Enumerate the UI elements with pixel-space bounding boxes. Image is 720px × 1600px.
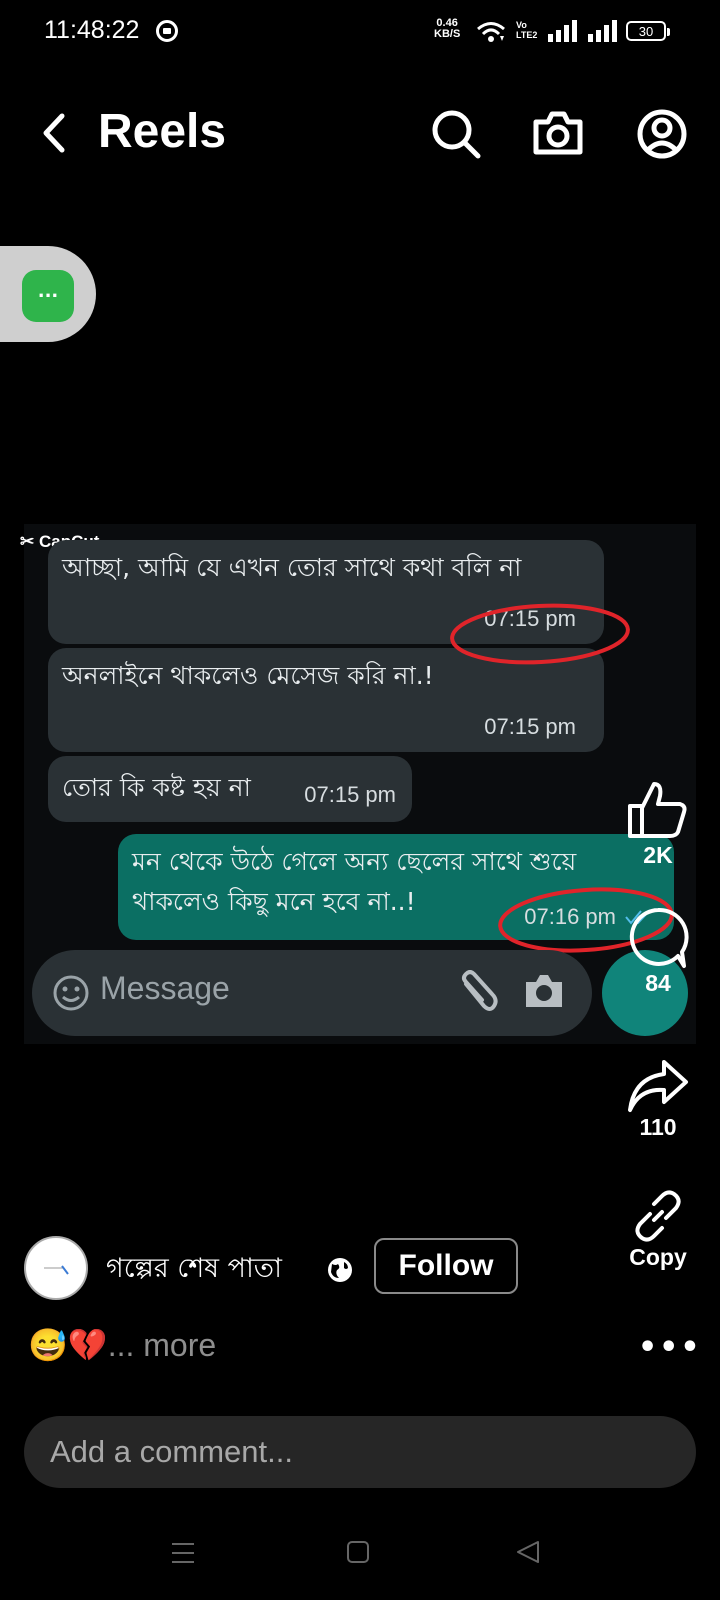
- signal-sim2-icon: [588, 20, 617, 42]
- globe-icon: [328, 1258, 352, 1282]
- like-button[interactable]: 2K: [608, 778, 708, 869]
- share-button[interactable]: 110: [608, 1058, 708, 1141]
- post-caption[interactable]: 😅💔... more: [28, 1326, 216, 1364]
- like-count: 2K: [643, 842, 673, 868]
- message-text: তোর কি কষ্ট হয় না: [62, 773, 251, 802]
- floating-chat-icon: ...: [22, 270, 74, 322]
- camera-icon[interactable]: [532, 108, 584, 158]
- message-text-line2: থাকলেও কিছু মনে হবে না..!: [132, 887, 416, 916]
- comment-count: 84: [645, 970, 671, 996]
- emoji-icon: [53, 975, 89, 1011]
- comment-input[interactable]: Add a comment...: [24, 1416, 696, 1488]
- share-count: 110: [639, 1114, 677, 1140]
- message-time: 07:15 pm: [304, 782, 396, 807]
- profile-icon[interactable]: [636, 108, 688, 160]
- chat-message: তোর কি কষ্ট হয় না 07:15 pm: [48, 756, 412, 822]
- screen-record-icon: [156, 20, 178, 42]
- back-nav-icon[interactable]: [516, 1540, 540, 1564]
- message-text: আচ্ছা, আমি যে এখন তোর সাথে কথা বলি না: [62, 553, 522, 582]
- comment-placeholder: Add a comment...: [50, 1434, 293, 1469]
- more-options-button[interactable]: •••: [638, 1330, 702, 1365]
- volte-indicator: Vo LTE2: [516, 20, 537, 40]
- camera-icon: [526, 975, 562, 1007]
- comment-bubble-icon: [629, 907, 689, 968]
- home-icon[interactable]: [346, 1540, 370, 1564]
- red-circle-highlight: [450, 603, 630, 665]
- copy-link-button[interactable]: Copy: [608, 1188, 708, 1271]
- message-placeholder: Message: [100, 970, 230, 1006]
- floating-chat-bubble[interactable]: ...: [0, 246, 96, 342]
- thumbs-up-icon: [628, 782, 687, 838]
- capcut-logo-icon: ✂: [20, 532, 35, 551]
- network-speed: 0.46 KB/S: [434, 18, 460, 40]
- volte-label: Vo: [516, 20, 527, 30]
- back-chevron-icon[interactable]: [36, 108, 76, 158]
- share-arrow-icon: [628, 1060, 688, 1112]
- avatar-image: [44, 1265, 69, 1275]
- message-text: অনলাইনে থাকলেও মেসেজ করি না.!: [62, 661, 434, 690]
- caption-emojis: 😅💔: [28, 1327, 108, 1363]
- message-time: 07:15 pm: [484, 714, 576, 739]
- search-icon[interactable]: [430, 108, 482, 160]
- author-avatar[interactable]: [24, 1236, 88, 1300]
- lte-label: LTE2: [516, 30, 538, 40]
- page-title: Reels: [98, 105, 227, 158]
- attachment-icon: [462, 970, 498, 1011]
- author-name[interactable]: গল্পের শেষ পাতা: [106, 1248, 282, 1293]
- follow-button[interactable]: Follow: [374, 1238, 518, 1294]
- battery-indicator: 30: [626, 21, 670, 41]
- comment-button[interactable]: 84: [608, 906, 708, 997]
- status-time: 11:48:22: [44, 16, 140, 44]
- caption-more[interactable]: ... more: [108, 1327, 216, 1363]
- network-speed-unit: KB/S: [434, 28, 461, 40]
- copy-label: Copy: [629, 1244, 687, 1270]
- signal-sim1-icon: [548, 20, 577, 42]
- video-message-input: Message: [32, 950, 592, 1036]
- recent-apps-icon[interactable]: [172, 1542, 194, 1564]
- wifi-icon: [477, 22, 505, 42]
- link-icon: [635, 1190, 681, 1242]
